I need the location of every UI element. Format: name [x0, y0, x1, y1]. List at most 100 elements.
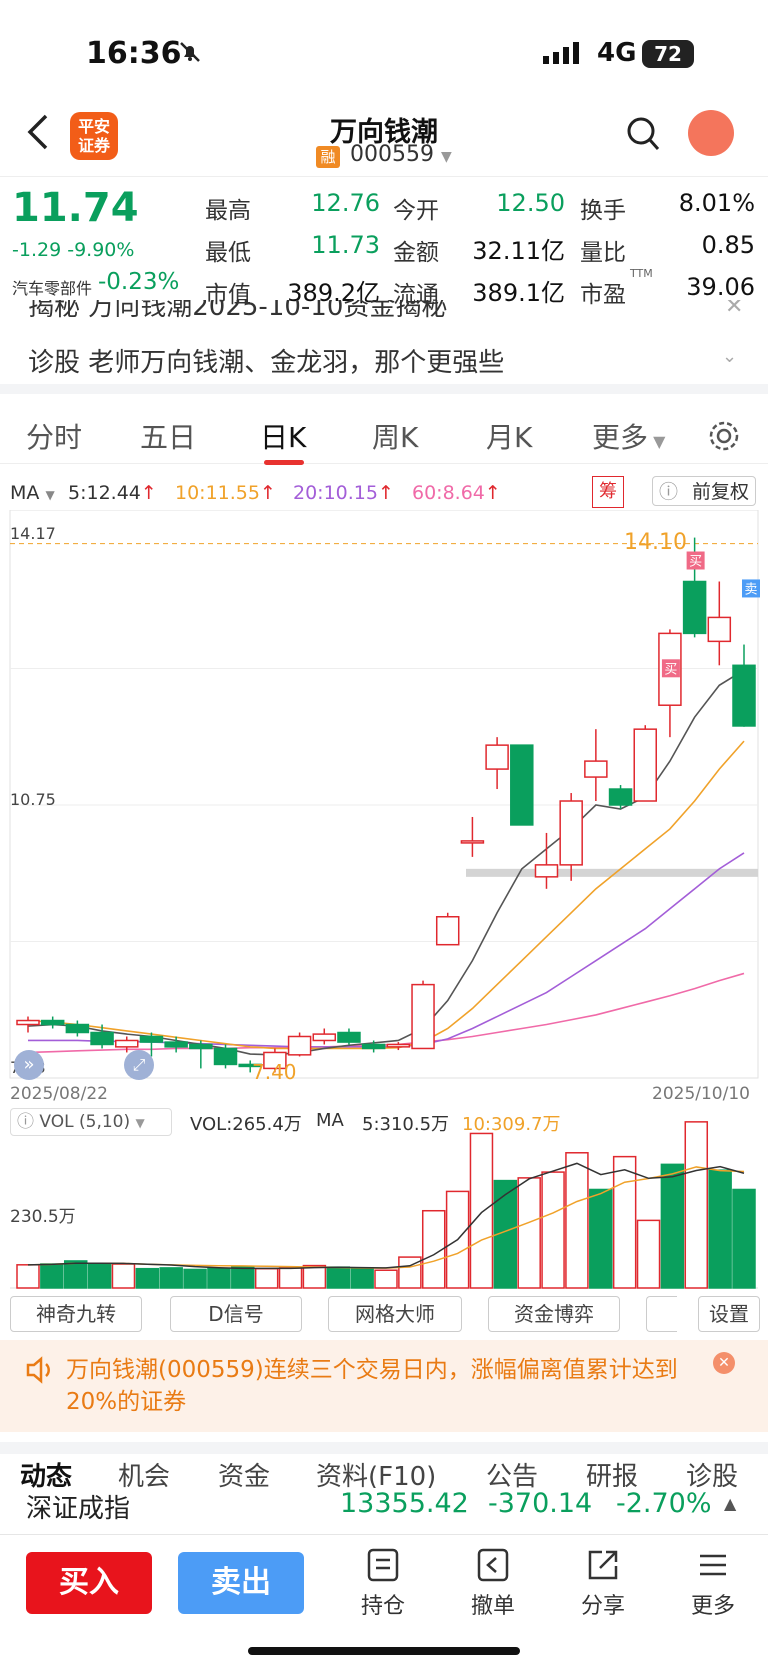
indicator-settings-button[interactable]: 设置: [698, 1296, 760, 1332]
chevron-up-icon[interactable]: ▲: [724, 1494, 736, 1513]
volume-bar: [589, 1188, 613, 1289]
indicator-magic-nine[interactable]: 神奇九转: [10, 1296, 142, 1332]
high-label: 最高: [205, 198, 251, 224]
share-button[interactable]: 分享: [568, 1548, 638, 1620]
ma20-line: [28, 852, 745, 1048]
gear-icon[interactable]: [708, 420, 740, 452]
chevron-down-icon[interactable]: ⌄: [722, 346, 737, 367]
news-line-2[interactable]: 诊股 老师万向钱潮、金龙羽，那个更强些: [28, 342, 504, 379]
stock-code[interactable]: 000559 ▼: [350, 142, 452, 167]
tab-more[interactable]: 更多 ▼: [592, 416, 665, 456]
candle-body: [312, 1033, 337, 1042]
volume-bar: [278, 1267, 303, 1289]
chip-button[interactable]: 筹: [592, 476, 624, 508]
sell-button[interactable]: 卖出: [178, 1552, 304, 1614]
bottom-trade-bar: 买入 卖出 持仓 撤单 分享 更多: [0, 1534, 768, 1669]
candle-body: [633, 728, 657, 802]
max-price-label: 14.10: [624, 530, 687, 555]
holdings-button[interactable]: 持仓: [348, 1548, 418, 1620]
volume-bar: [159, 1267, 183, 1289]
close-icon[interactable]: ✕: [713, 1352, 735, 1374]
volume-chart[interactable]: [0, 1108, 768, 1290]
candle-body: [707, 616, 732, 643]
indicator-grid-master[interactable]: 网格大师: [328, 1296, 462, 1332]
volume-ratio-value: 0.85: [701, 231, 755, 259]
avatar[interactable]: [688, 110, 734, 156]
amount-value: 32.11亿: [472, 237, 565, 265]
sector-name[interactable]: 汽车零部件: [12, 275, 92, 299]
tab-daily-k[interactable]: 日K: [260, 416, 306, 456]
document-icon: [367, 1548, 399, 1582]
volume-bar: [636, 1219, 661, 1289]
open-label: 今开: [393, 198, 439, 224]
quote-panel: 11.74 -1.29 -9.90% 汽车零部件 -0.23% 最高 12.76…: [0, 176, 768, 308]
volume-bar: [254, 1267, 279, 1289]
ma10-value: 10:11.55↑: [175, 482, 276, 504]
alert-text[interactable]: 万向钱潮(000559)连续三个交易日内，涨幅偏离值累计达到20%的证券: [66, 1354, 706, 1418]
ma20-value: 20:10.15↑: [293, 482, 394, 504]
volume-bar: [63, 1260, 88, 1289]
expand-left-icon[interactable]: »: [14, 1050, 44, 1080]
battery-icon: 72: [642, 40, 694, 68]
indicator-capital-game[interactable]: 资金博弈: [488, 1296, 620, 1332]
volume-bar: [732, 1188, 756, 1289]
volume-bar: [684, 1121, 709, 1289]
tab-five-day[interactable]: 五日: [140, 416, 196, 456]
trade-signal-label: 卖: [744, 582, 757, 597]
kline-chart[interactable]: 买买卖: [0, 510, 768, 1090]
start-date: 2025/08/22: [10, 1084, 108, 1104]
candle-body: [139, 1035, 164, 1043]
margin-badge: 融: [316, 146, 340, 168]
menu-icon: [700, 1554, 726, 1576]
undo-icon: [477, 1548, 509, 1582]
candle-body: [485, 744, 509, 770]
volume-bar: [183, 1268, 207, 1289]
volume-bar: [231, 1266, 255, 1289]
news-line-1[interactable]: 揭秘 万向钱潮2025-10-10资金揭秘: [28, 300, 447, 323]
volume-bar: [708, 1169, 732, 1289]
y-mid-label: 10.75: [10, 790, 56, 809]
turnover-value: 8.01%: [678, 189, 755, 217]
volume-bar: [660, 1163, 685, 1289]
candle-body: [460, 840, 485, 844]
signal-icon: [543, 42, 579, 64]
last-price: 11.74: [12, 185, 139, 231]
info-icon: ⓘ: [659, 481, 679, 503]
ma60-value: 60:8.64↑: [412, 482, 501, 504]
y-top-label: 14.17: [10, 524, 56, 543]
network-type: 4G: [597, 38, 637, 68]
index-bar[interactable]: 深证成指 13355.42 -370.14 -2.70% ▲: [0, 1478, 768, 1535]
indicator-d-signal[interactable]: D信号: [170, 1296, 302, 1332]
volume-bar: [565, 1152, 589, 1289]
indicator-more[interactable]: [646, 1296, 677, 1332]
stock-header: 平安 证券 万向钱潮 融 000559 ▼: [0, 100, 768, 176]
tab-intraday[interactable]: 分时: [26, 416, 82, 456]
amount-label: 金额: [393, 240, 439, 266]
close-icon[interactable]: ✕: [725, 300, 743, 319]
candle-body: [435, 916, 460, 946]
volume-bar: [517, 1177, 541, 1289]
candle-body: [411, 983, 435, 1050]
candle-body: [337, 1031, 361, 1043]
candle-body: [559, 800, 583, 866]
ma-label[interactable]: MA ▼: [10, 482, 55, 504]
index-pct: -2.70%: [616, 1488, 712, 1519]
news-ticker[interactable]: 揭秘 万向钱潮2025-10-10资金揭秘 ✕ 诊股 老师万向钱潮、金龙羽，那个…: [0, 300, 768, 384]
candle-body: [40, 1019, 65, 1026]
search-icon[interactable]: [626, 116, 660, 152]
low-label: 最低: [205, 240, 251, 266]
tab-monthly-k[interactable]: 月K: [486, 416, 532, 456]
volume-bar: [135, 1267, 160, 1289]
cancel-order-button[interactable]: 撤单: [458, 1548, 528, 1620]
candle-body: [361, 1043, 386, 1050]
candle-body: [287, 1035, 312, 1056]
sector-pct: -0.23%: [98, 269, 180, 295]
candle-body: [115, 1039, 139, 1048]
fullscreen-icon[interactable]: ⤢: [124, 1050, 154, 1080]
more-button[interactable]: 更多: [678, 1548, 748, 1620]
buy-button[interactable]: 买入: [26, 1552, 152, 1614]
tab-weekly-k[interactable]: 周K: [372, 416, 418, 456]
adjust-button[interactable]: ⓘ 前复权: [652, 476, 756, 506]
candle-body: [213, 1047, 238, 1066]
status-bar: 16:36 4G 72: [0, 0, 768, 110]
